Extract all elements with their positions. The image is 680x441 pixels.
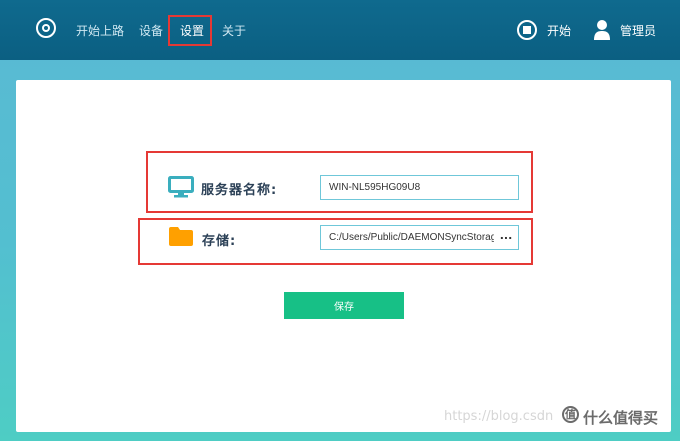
- save-button[interactable]: 保存: [284, 292, 404, 319]
- server-name-input[interactable]: [320, 175, 519, 200]
- browse-button[interactable]: ...: [494, 226, 518, 249]
- start-button[interactable]: 开始: [547, 23, 571, 39]
- storage-path-input[interactable]: [320, 225, 519, 250]
- nav-about[interactable]: 关于: [222, 23, 246, 39]
- watermark-url: https://blog.csdn: [444, 409, 554, 424]
- server-name-label: 服务器名称:: [201, 183, 278, 198]
- app-logo-icon[interactable]: [36, 18, 56, 38]
- user-icon[interactable]: [593, 19, 611, 41]
- top-navigation-bar: 开始上路 设备 设置 关于 开始 管理员: [0, 0, 680, 60]
- stop-circle-icon[interactable]: [517, 20, 537, 40]
- watermark-brand: 什么值得买: [583, 409, 659, 427]
- folder-icon: [169, 227, 193, 246]
- settings-highlight-box: [168, 15, 212, 46]
- watermark-logo-icon: 值: [562, 406, 579, 423]
- storage-label: 存储:: [202, 234, 237, 249]
- monitor-icon: [168, 176, 194, 198]
- user-menu[interactable]: 管理员: [620, 23, 656, 39]
- nav-devices[interactable]: 设备: [139, 23, 163, 39]
- nav-getting-started[interactable]: 开始上路: [76, 23, 124, 39]
